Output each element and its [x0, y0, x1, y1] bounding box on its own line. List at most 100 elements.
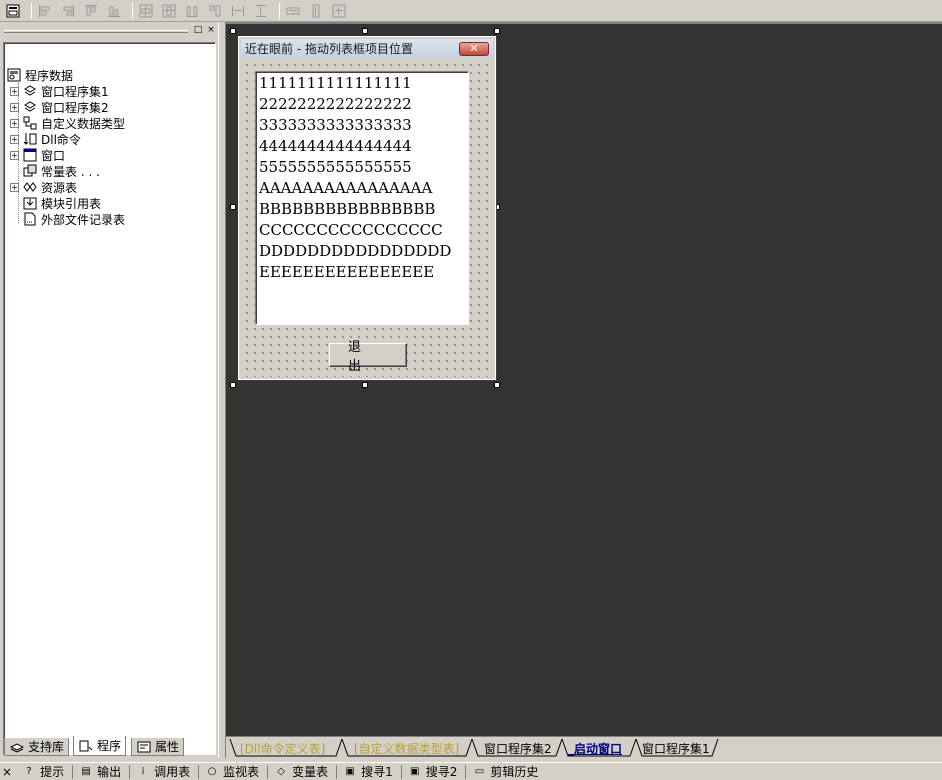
center-horizontal-icon[interactable] — [137, 2, 155, 20]
program-icon — [78, 739, 94, 753]
tab-label: 剪辑历史 — [490, 765, 539, 779]
tree-root-label: 程序数据 — [25, 68, 74, 83]
tab-label: 提示 — [40, 765, 65, 779]
align-top-icon[interactable] — [82, 2, 100, 20]
expand-icon[interactable]: + — [10, 102, 19, 112]
exit-button[interactable]: 退出 — [329, 340, 407, 374]
expand-icon[interactable]: + — [10, 86, 19, 96]
panel-grip[interactable] — [4, 30, 188, 33]
space-horizontal-icon[interactable] — [229, 2, 247, 20]
tab-label: 属性 — [155, 740, 180, 754]
separator — [465, 764, 467, 779]
tab-window-assembly-2[interactable]: 窗口程序集2 — [484, 739, 552, 757]
distribute-vertical-icon[interactable] — [206, 2, 224, 20]
tree-item-custom-types[interactable]: + 自定义数据类型 — [10, 115, 125, 131]
tree-item-dll-commands[interactable]: + Dll命令 — [10, 131, 81, 147]
tab-call-table[interactable]: ⁞ 调用表 — [136, 763, 191, 780]
tree-item-window[interactable]: + 窗口 — [10, 147, 65, 163]
tab-clip-history[interactable]: ▭ 剪辑历史 — [472, 763, 539, 780]
dll-icon — [22, 132, 38, 146]
tab-variables[interactable]: ◇ 变量表 — [274, 763, 328, 780]
list-item[interactable]: 5555555555555555 — [259, 157, 466, 178]
window-client-area[interactable]: 1111111111111111 2222222222222222 333333… — [241, 59, 493, 377]
expand-icon[interactable]: + — [10, 134, 19, 144]
tab-output[interactable]: ▤ 输出 — [79, 763, 121, 780]
form-designer[interactable]: 近在眼前 - 拖动列表框项目位置 ✕ 1111111111111111 2222… — [226, 22, 942, 736]
tab-label: 搜寻2 — [425, 765, 458, 779]
properties-icon — [136, 740, 152, 754]
tab-label: 监视表 — [223, 765, 260, 779]
call-table-icon: ⁞ — [141, 766, 145, 777]
list-item[interactable]: 2222222222222222 — [259, 94, 466, 115]
resize-handle[interactable] — [230, 28, 236, 34]
tab-custom-types[interactable]: [自定义数据类型表] — [354, 739, 459, 757]
form-layout-icon[interactable] — [4, 2, 22, 20]
module-icon — [22, 196, 38, 210]
same-height-icon[interactable] — [307, 2, 325, 20]
tab-support-library[interactable]: 支持库 — [4, 738, 70, 756]
library-icon — [9, 740, 25, 754]
resize-handle[interactable] — [230, 382, 236, 388]
same-size-icon[interactable] — [330, 2, 348, 20]
expand-icon[interactable]: + — [10, 182, 19, 192]
window-title: 近在眼前 - 拖动列表框项目位置 — [245, 42, 413, 56]
resize-handle[interactable] — [362, 28, 368, 34]
tab-dll-definitions[interactable]: [Dll命令定义表] — [240, 739, 325, 757]
list-item[interactable]: CCCCCCCCCCCCCCCC — [259, 220, 466, 241]
list-item[interactable]: 1111111111111111 — [259, 73, 466, 94]
center-vertical-icon[interactable] — [160, 2, 178, 20]
resize-handle[interactable] — [494, 382, 500, 388]
tip-icon: ? — [26, 766, 32, 777]
tab-tips[interactable]: ? 提示 — [22, 763, 64, 780]
list-item[interactable]: BBBBBBBBBBBBBBBB — [259, 199, 466, 220]
resize-handle[interactable] — [494, 28, 500, 34]
space-vertical-icon[interactable] — [252, 2, 270, 20]
tree-root[interactable]: 程序数据 — [6, 67, 73, 83]
panel-splitter[interactable] — [218, 22, 226, 758]
tab-program[interactable]: 程序 — [73, 736, 127, 756]
align-bottom-icon[interactable] — [105, 2, 123, 20]
window-title-bar[interactable]: 近在眼前 - 拖动列表框项目位置 ✕ — [241, 39, 493, 58]
program-data-icon — [6, 68, 22, 82]
list-item[interactable]: AAAAAAAAAAAAAAAA — [259, 178, 466, 199]
program-tree: 程序数据 + 窗口程序集1 + 窗口程序集2 + 自定义数据类型 + Dll命令… — [3, 42, 216, 755]
tab-search-2[interactable]: ▣ 搜寻2 — [408, 763, 458, 780]
list-item[interactable]: EEEEEEEEEEEEEEEE — [259, 262, 466, 283]
startup-window[interactable]: 近在眼前 - 拖动列表框项目位置 ✕ 1111111111111111 2222… — [238, 36, 496, 380]
resize-handle[interactable] — [362, 382, 368, 388]
tab-label: 变量表 — [292, 765, 329, 779]
tab-search-1[interactable]: ▣ 搜寻1 — [343, 763, 393, 780]
window-close-button[interactable]: ✕ — [459, 42, 489, 56]
list-item[interactable]: DDDDDDDDDDDDDDDD — [259, 241, 466, 262]
data-type-icon — [22, 116, 38, 130]
same-width-icon[interactable] — [284, 2, 302, 20]
tree-item-label: 自定义数据类型 — [41, 116, 126, 131]
resize-handle[interactable] — [230, 204, 236, 210]
align-left-icon[interactable] — [36, 2, 54, 20]
panel-close-button[interactable]: × — [205, 24, 217, 36]
align-right-icon[interactable] — [59, 2, 77, 20]
tab-watch[interactable]: ○ 监视表 — [205, 763, 259, 780]
list-box[interactable]: 1111111111111111 2222222222222222 333333… — [255, 71, 469, 325]
search2-icon: ▣ — [410, 766, 420, 777]
tree-item-resources[interactable]: + 资源表 — [10, 179, 77, 195]
output-close-button[interactable]: × — [2, 765, 12, 779]
distribute-horizontal-icon[interactable] — [183, 2, 201, 20]
tab-startup-window[interactable]: _启动窗口 — [568, 739, 622, 757]
tab-label: 搜寻1 — [361, 765, 393, 779]
tree-item-constants[interactable]: 常量表 . . . — [22, 163, 100, 179]
list-item[interactable]: 3333333333333333 — [259, 115, 466, 136]
tree-item-window-assembly-2[interactable]: + 窗口程序集2 — [10, 99, 109, 115]
tree-item-label: 常量表 . . . — [41, 164, 100, 179]
tree-item-window-assembly-1[interactable]: + 窗口程序集1 — [10, 83, 109, 99]
tree-item-module-refs[interactable]: 模块引用表 — [22, 195, 101, 211]
tab-window-assembly-1[interactable]: 窗口程序集1 — [642, 739, 710, 757]
tab-properties[interactable]: 属性 — [131, 738, 185, 756]
expand-icon[interactable]: + — [10, 118, 19, 128]
pin-button[interactable]: □ — [192, 24, 204, 36]
tab-label: 调用表 — [154, 765, 191, 779]
expand-icon[interactable]: + — [10, 150, 19, 160]
resource-icon — [22, 180, 38, 194]
list-item[interactable]: 4444444444444444 — [259, 136, 466, 157]
tree-item-external-files[interactable]: 外部文件记录表 — [22, 211, 125, 227]
